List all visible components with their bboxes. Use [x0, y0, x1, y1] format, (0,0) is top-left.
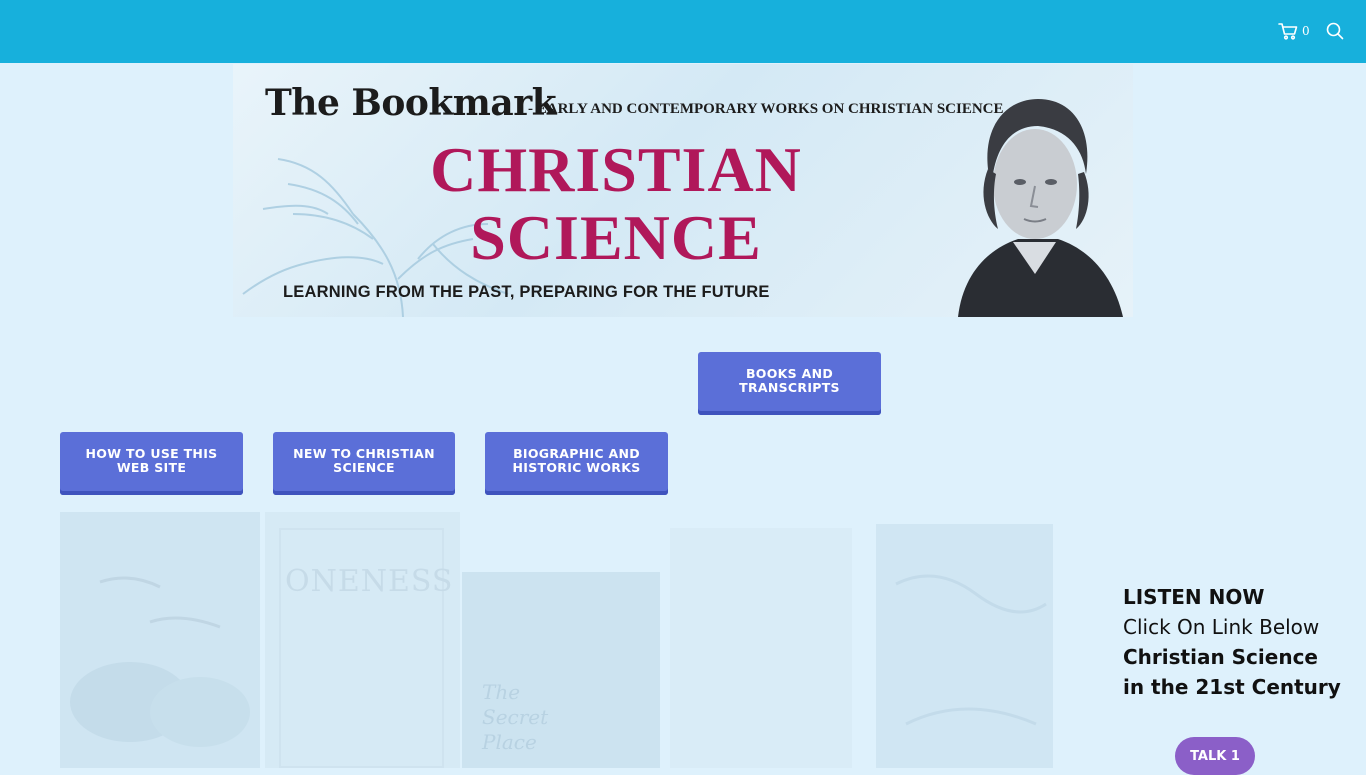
book-cover[interactable]: [60, 512, 260, 768]
biographic-and-historic-button[interactable]: BIOGRAPHIC AND HISTORIC WORKS: [485, 432, 668, 495]
cover-title-line: Place: [482, 730, 537, 754]
cover-title: ONENESS: [285, 564, 454, 599]
books-and-transcripts-button[interactable]: BOOKS AND TRANSCRIPTS: [698, 352, 881, 415]
search-icon: [1326, 22, 1344, 40]
cover-title: The Secret Place: [482, 680, 548, 755]
book-covers-strip: ONENESS The Secret Place: [60, 512, 1060, 768]
cover-title-line: The: [482, 680, 521, 704]
book-cover[interactable]: The Secret Place: [462, 572, 660, 768]
listen-instruction: Click On Link Below: [1123, 615, 1320, 639]
banner-headline-line1: CHRISTIAN: [430, 134, 802, 205]
top-bar: 0: [0, 0, 1366, 63]
banner-tagline: LEARNING FROM THE PAST, PREPARING FOR TH…: [283, 283, 770, 301]
banner-headline-line2: SCIENCE: [470, 202, 762, 273]
talk-1-button[interactable]: TALK 1: [1175, 737, 1255, 775]
cover-title-line: Secret: [482, 705, 549, 729]
listen-series-title: Christian Science: [1123, 645, 1318, 669]
how-to-use-button[interactable]: HOW TO USE THIS WEB SITE: [60, 432, 243, 495]
search-button[interactable]: [1326, 22, 1344, 40]
portrait-image: [958, 99, 1123, 317]
cover-illustration: [70, 576, 250, 747]
cart-count: 0: [1302, 24, 1310, 38]
listen-now-panel: LISTEN NOW Click On Link Below Christian…: [1123, 582, 1353, 702]
cart-button[interactable]: 0: [1278, 20, 1310, 42]
banner-subtitle: - EARLY AND CONTEMPORARY WORKS ON CHRIST…: [528, 101, 1004, 117]
book-cover[interactable]: [876, 524, 1053, 768]
banner-title: The Bookmark: [265, 82, 557, 124]
listen-series-subtitle: in the 21st Century: [1123, 675, 1341, 699]
new-to-christian-science-button[interactable]: NEW TO CHRISTIAN SCIENCE: [273, 432, 455, 495]
listen-heading: LISTEN NOW: [1123, 585, 1265, 609]
header-banner: The Bookmark - EARLY AND CONTEMPORARY WO…: [233, 64, 1133, 317]
cover-illustration: [895, 574, 1047, 726]
shopping-cart-icon: [1278, 22, 1298, 40]
book-cover[interactable]: ONENESS: [265, 512, 460, 768]
book-cover[interactable]: [670, 528, 852, 768]
